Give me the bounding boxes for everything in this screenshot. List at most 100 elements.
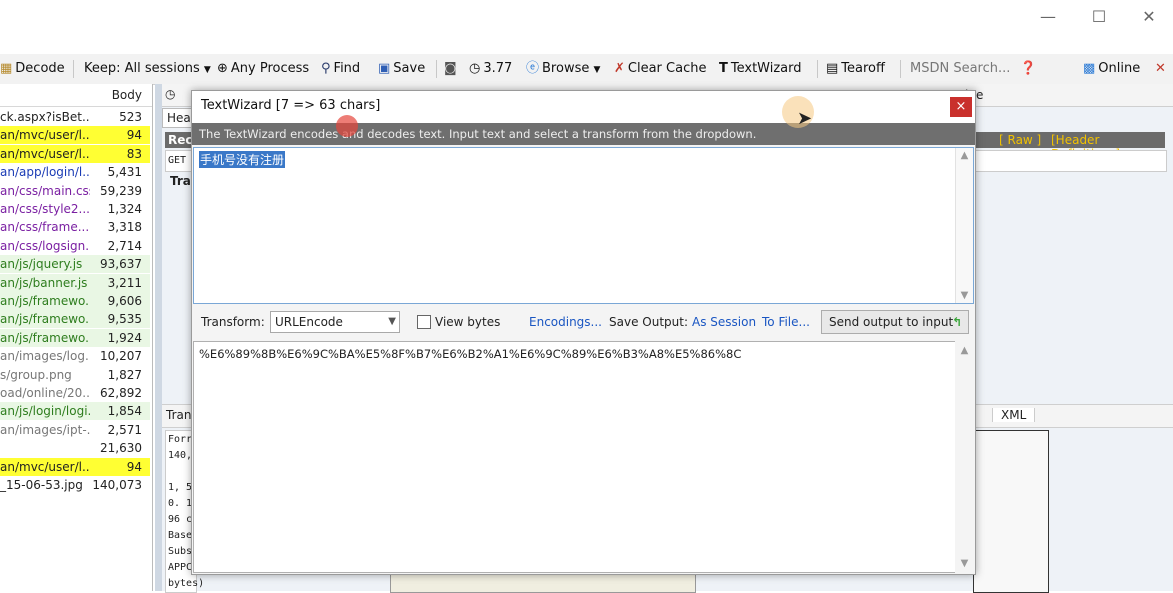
dropdown-arrow-icon: ▼ (593, 65, 601, 75)
scroll-up-icon[interactable]: ▲ (956, 150, 973, 161)
session-row[interactable]: oad/online/20... 62,892 (0, 384, 150, 402)
as-session-link[interactable]: As Session (692, 315, 756, 329)
session-url: an/js/framewo... (0, 312, 90, 327)
input-scrollbar[interactable]: ▲ ▼ (955, 148, 973, 303)
session-row[interactable]: an/mvc/user/l... 94 (0, 126, 150, 145)
session-row[interactable]: s/group.png 1,827 (0, 365, 150, 384)
textwizard-icon: T (719, 61, 728, 76)
output-scrollbar[interactable]: ▲ ▼ (955, 341, 974, 573)
find-button[interactable]: ⚲ Find (321, 60, 360, 78)
session-url: an/js/banner.js (0, 275, 88, 290)
body-column-header[interactable]: Body (112, 88, 142, 102)
response-text-line: 140, (168, 450, 193, 461)
help-icon[interactable]: ❓ (1020, 60, 1036, 78)
encodings-link[interactable]: Encodings... (529, 315, 602, 329)
session-body-size: 1,924 (107, 330, 142, 345)
splitter[interactable] (155, 84, 162, 591)
session-url: an/js/login/logi... (0, 404, 90, 419)
save-button[interactable]: ▣ Save (378, 60, 425, 78)
scroll-up-icon[interactable]: ▲ (955, 345, 974, 356)
session-body-size: 3,318 (107, 220, 142, 235)
session-body-size: 3,211 (107, 275, 142, 290)
session-url: an/css/logsign... (0, 238, 90, 253)
clear-cache-button[interactable]: ✗ Clear Cache (614, 60, 706, 78)
textwizard-button[interactable]: T TextWizard (719, 60, 802, 78)
session-body-size: 2,714 (107, 238, 142, 253)
stopwatch-tab-icon[interactable]: ◷ (165, 87, 175, 101)
response-text-line: bytes) (168, 578, 205, 589)
session-row[interactable]: _15-06-53.jpg 140,073 (0, 476, 150, 494)
timer-button[interactable]: ◷ 3.77 (469, 60, 512, 78)
tab-xml[interactable]: XML (992, 408, 1036, 422)
tearoff-button[interactable]: ▤ Tearoff (826, 60, 885, 78)
transform-select[interactable]: URLEncode ▼ (270, 311, 400, 333)
minimize-button[interactable]: — (1033, 6, 1063, 28)
response-text-line: 96 c (168, 514, 193, 525)
session-row[interactable]: an/css/style2.... 1,324 (0, 200, 150, 218)
input-text: 手机号没有注册 (199, 151, 286, 168)
dialog-close-button[interactable]: × (950, 97, 972, 117)
session-row[interactable]: an/images/log... 10,207 (0, 347, 150, 366)
close-toolbar-icon[interactable]: ✕ (1155, 60, 1166, 78)
session-row[interactable]: an/js/framewo... 9,606 (0, 292, 150, 310)
toolbar-divider (73, 60, 74, 78)
session-url: an/mvc/user/l... (0, 146, 90, 161)
session-body-size: 1,854 (107, 404, 142, 419)
session-url: an/images/ipt-... (0, 422, 90, 437)
session-url: an/js/jquery.js (0, 257, 83, 272)
decode-button[interactable]: ▦ Decode (0, 60, 65, 78)
raw-link[interactable]: [ Raw ] (999, 133, 1041, 147)
input-textarea[interactable]: 手机号没有注册 ▲ ▼ (193, 147, 974, 304)
keep-sessions-dropdown[interactable]: Keep: All sessions ▼ (84, 60, 211, 78)
session-row[interactable]: an/images/ipt-... 2,571 (0, 420, 150, 439)
scroll-down-icon[interactable]: ▼ (956, 290, 973, 301)
browse-dropdown[interactable]: ⓔ Browse ▼ (526, 60, 600, 78)
any-process-button[interactable]: ⊕ Any Process (217, 60, 309, 78)
view-bytes-label[interactable]: View bytes (435, 315, 500, 329)
maximize-button[interactable]: ☐ (1084, 6, 1114, 28)
session-body-size: 94 (126, 128, 142, 143)
preview-thumbnail-bottom (390, 572, 696, 593)
camera-button[interactable]: ◙ (444, 60, 460, 78)
dialog-title-bar[interactable]: TextWizard [7 => 63 chars] × (192, 91, 975, 123)
window-title-bar: — ☐ ✕ (0, 0, 1173, 54)
to-file-link[interactable]: To File... (762, 315, 810, 329)
session-row[interactable]: an/css/frame... 3,318 (0, 218, 150, 237)
session-row[interactable]: an/mvc/user/l... 83 (0, 144, 150, 163)
session-row[interactable]: an/js/login/logi... 1,854 (0, 402, 150, 421)
session-list: Body ck.aspx?isBet... 523 an/mvc/user/l...… (0, 84, 153, 591)
session-row[interactable]: ck.aspx?isBet... 523 (0, 108, 150, 126)
msdn-search-input[interactable]: MSDN Search... (910, 60, 1010, 78)
session-url: ck.aspx?isBet... (0, 110, 90, 124)
session-row[interactable]: an/js/banner.js 3,211 (0, 273, 150, 292)
session-url: s/group.png (0, 367, 72, 382)
response-text-line: Forr (168, 434, 193, 445)
session-row[interactable]: an/js/framewo... 1,924 (0, 328, 150, 347)
save-output-label: Save Output: (609, 315, 688, 329)
close-window-button[interactable]: ✕ (1134, 6, 1164, 28)
session-body-size: 62,892 (100, 386, 142, 400)
session-body-size: 523 (119, 110, 142, 124)
session-url: an/images/log... (0, 349, 90, 364)
preview-thumbnail (973, 430, 1049, 593)
session-row[interactable]: an/css/main.css 59,239 (0, 181, 150, 200)
send-output-to-input-button[interactable]: Send output to input ↰ (821, 310, 969, 334)
session-row[interactable]: an/js/framewo... 9,535 (0, 310, 150, 329)
tearoff-icon: ▤ (826, 61, 839, 76)
ie-browser-icon: ⓔ (526, 61, 540, 76)
online-status[interactable]: ▩ Online (1083, 60, 1140, 78)
session-body-size: 2,571 (107, 422, 142, 437)
session-row[interactable]: an/css/logsign... 2,714 (0, 236, 150, 255)
scroll-down-icon[interactable]: ▼ (955, 558, 974, 569)
session-row[interactable]: 21,630 (0, 439, 150, 458)
view-bytes-checkbox[interactable] (417, 315, 431, 329)
transform-label: Transform: (201, 315, 265, 329)
session-body-size: 140,073 (92, 478, 142, 492)
session-row[interactable]: an/js/jquery.js 93,637 (0, 255, 150, 274)
session-url: an/app/login/l... (0, 165, 90, 180)
output-textarea[interactable]: %E6%89%8B%E6%9C%BA%E5%8F%B7%E6%B2%A1%E6%… (193, 341, 956, 573)
session-row[interactable]: an/mvc/user/l... 94 (0, 457, 150, 476)
session-body-size: 9,606 (107, 294, 142, 308)
session-row[interactable]: an/app/login/l... 5,431 (0, 163, 150, 182)
binoculars-icon: ⚲ (321, 61, 331, 76)
